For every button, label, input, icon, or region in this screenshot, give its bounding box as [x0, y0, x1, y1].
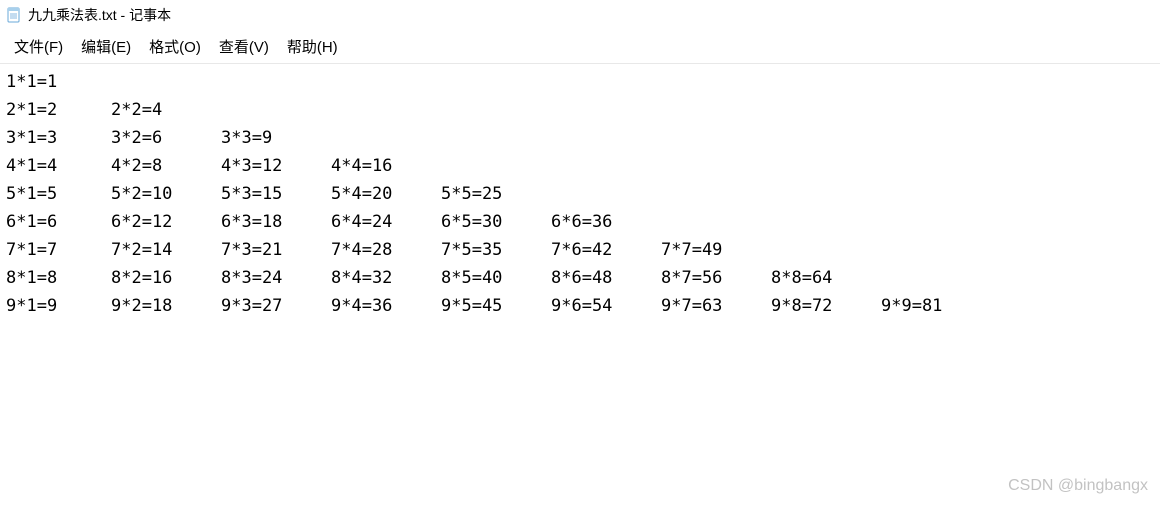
menu-format[interactable]: 格式(O): [141, 34, 209, 59]
text-area[interactable]: 1*1=12*1=22*2=43*1=33*2=63*3=94*1=44*2=8…: [0, 64, 1160, 324]
text-line: 8*1=88*2=168*3=248*4=328*5=408*6=488*7=5…: [6, 264, 1154, 292]
text-line: 7*1=77*2=147*3=217*4=287*5=357*6=427*7=4…: [6, 236, 1154, 264]
text-cell: 3*2=6: [111, 124, 221, 152]
text-cell: 7*4=28: [331, 236, 441, 264]
text-cell: 4*3=12: [221, 152, 331, 180]
text-cell: 4*2=8: [111, 152, 221, 180]
text-cell: 8*2=16: [111, 264, 221, 292]
text-cell: 7*5=35: [441, 236, 551, 264]
watermark: CSDN @bingbangx: [1008, 477, 1148, 495]
text-line: 1*1=1: [6, 68, 1154, 96]
menu-help[interactable]: 帮助(H): [279, 34, 346, 59]
text-cell: 6*2=12: [111, 208, 221, 236]
menu-file[interactable]: 文件(F): [6, 34, 71, 59]
text-cell: 5*1=5: [6, 180, 111, 208]
text-cell: 5*5=25: [441, 180, 551, 208]
text-cell: 8*8=64: [771, 264, 881, 292]
text-cell: 6*6=36: [551, 208, 661, 236]
text-cell: 3*3=9: [221, 124, 331, 152]
text-cell: 5*3=15: [221, 180, 331, 208]
text-cell: 7*7=49: [661, 236, 771, 264]
text-cell: 9*8=72: [771, 292, 881, 320]
text-cell: 6*1=6: [6, 208, 111, 236]
text-cell: 5*4=20: [331, 180, 441, 208]
text-cell: 7*1=7: [6, 236, 111, 264]
text-cell: 8*5=40: [441, 264, 551, 292]
text-cell: 9*9=81: [881, 292, 991, 320]
text-cell: 8*4=32: [331, 264, 441, 292]
text-cell: 3*1=3: [6, 124, 111, 152]
text-cell: 7*6=42: [551, 236, 661, 264]
text-line: 2*1=22*2=4: [6, 96, 1154, 124]
text-cell: 8*3=24: [221, 264, 331, 292]
text-cell: 2*1=2: [6, 96, 111, 124]
window-title: 九九乘法表.txt - 记事本: [28, 5, 171, 25]
text-cell: 6*5=30: [441, 208, 551, 236]
notepad-icon: [6, 7, 22, 23]
text-cell: 8*7=56: [661, 264, 771, 292]
menu-edit[interactable]: 编辑(E): [73, 34, 139, 59]
text-cell: 9*4=36: [331, 292, 441, 320]
text-cell: 8*6=48: [551, 264, 661, 292]
text-cell: 9*5=45: [441, 292, 551, 320]
text-cell: 9*3=27: [221, 292, 331, 320]
text-line: 6*1=66*2=126*3=186*4=246*5=306*6=36: [6, 208, 1154, 236]
menu-view[interactable]: 查看(V): [211, 34, 277, 59]
text-line: 4*1=44*2=84*3=124*4=16: [6, 152, 1154, 180]
text-line: 9*1=99*2=189*3=279*4=369*5=459*6=549*7=6…: [6, 292, 1154, 320]
text-cell: 7*2=14: [111, 236, 221, 264]
text-cell: 7*3=21: [221, 236, 331, 264]
text-cell: 1*1=1: [6, 68, 111, 96]
menubar: 文件(F) 编辑(E) 格式(O) 查看(V) 帮助(H): [0, 30, 1160, 64]
text-cell: 8*1=8: [6, 264, 111, 292]
text-line: 5*1=55*2=105*3=155*4=205*5=25: [6, 180, 1154, 208]
text-cell: 4*1=4: [6, 152, 111, 180]
text-line: 3*1=33*2=63*3=9: [6, 124, 1154, 152]
text-cell: 5*2=10: [111, 180, 221, 208]
text-cell: 9*6=54: [551, 292, 661, 320]
text-cell: 6*3=18: [221, 208, 331, 236]
text-cell: 9*7=63: [661, 292, 771, 320]
window-titlebar: 九九乘法表.txt - 记事本: [0, 0, 1160, 30]
text-cell: 9*2=18: [111, 292, 221, 320]
text-cell: 6*4=24: [331, 208, 441, 236]
text-cell: 9*1=9: [6, 292, 111, 320]
text-cell: 2*2=4: [111, 96, 221, 124]
text-cell: 4*4=16: [331, 152, 441, 180]
